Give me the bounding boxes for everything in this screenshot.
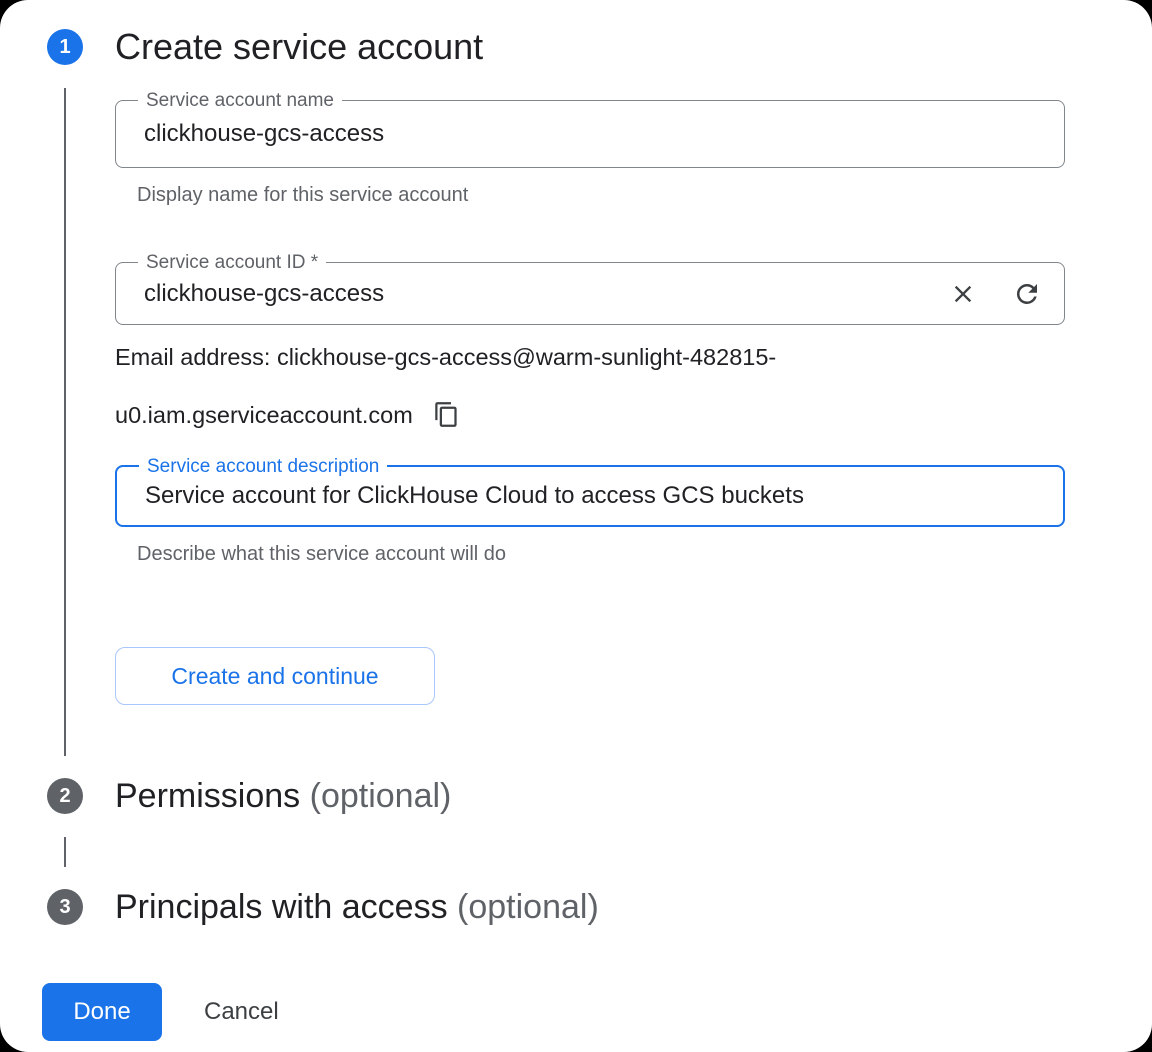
create-service-account-panel: 1 Create service account Service account… xyxy=(0,0,1152,1052)
close-icon xyxy=(949,280,977,308)
email-line-1: Email address: clickhouse-gcs-access@war… xyxy=(115,344,776,370)
step-3-optional-label: (optional) xyxy=(457,888,599,926)
email-address-text: Email address: clickhouse-gcs-access@war… xyxy=(115,328,1015,444)
step-3-title: Principals with access (optional) xyxy=(115,888,599,927)
step-2-number: 2 xyxy=(59,785,70,808)
step-1-badge: 1 xyxy=(47,29,83,65)
clear-id-icon[interactable] xyxy=(948,279,978,309)
email-line-2: u0.iam.gserviceaccount.com xyxy=(115,402,413,428)
refresh-icon xyxy=(1012,279,1042,309)
done-button[interactable]: Done xyxy=(42,983,162,1041)
service-account-id-input[interactable] xyxy=(116,263,1064,324)
service-account-description-field[interactable]: Service account description xyxy=(115,465,1065,527)
service-account-name-helper: Display name for this service account xyxy=(137,184,468,207)
service-account-description-input[interactable] xyxy=(117,467,1063,525)
step-1-number: 1 xyxy=(59,36,70,59)
service-account-name-field[interactable]: Service account name xyxy=(115,100,1065,168)
step-3-badge: 3 xyxy=(47,889,83,925)
step-2-title: Permissions (optional) xyxy=(115,777,451,816)
copy-icon xyxy=(433,401,460,428)
cancel-button[interactable]: Cancel xyxy=(186,983,297,1041)
create-and-continue-button[interactable]: Create and continue xyxy=(115,647,435,705)
stepper-connector-1 xyxy=(64,88,66,756)
stepper-connector-2 xyxy=(64,837,66,867)
service-account-id-field[interactable]: Service account ID * xyxy=(115,262,1065,325)
step-1-title: Create service account xyxy=(115,26,483,68)
copy-email-button[interactable] xyxy=(433,401,460,431)
service-account-name-input[interactable] xyxy=(116,101,1064,167)
id-field-actions xyxy=(948,263,1042,324)
step-3-number: 3 xyxy=(59,896,70,919)
step-2-optional-label: (optional) xyxy=(310,777,452,815)
step-2-badge: 2 xyxy=(47,778,83,814)
regenerate-id-icon[interactable] xyxy=(1012,279,1042,309)
service-account-description-helper: Describe what this service account will … xyxy=(137,543,506,566)
